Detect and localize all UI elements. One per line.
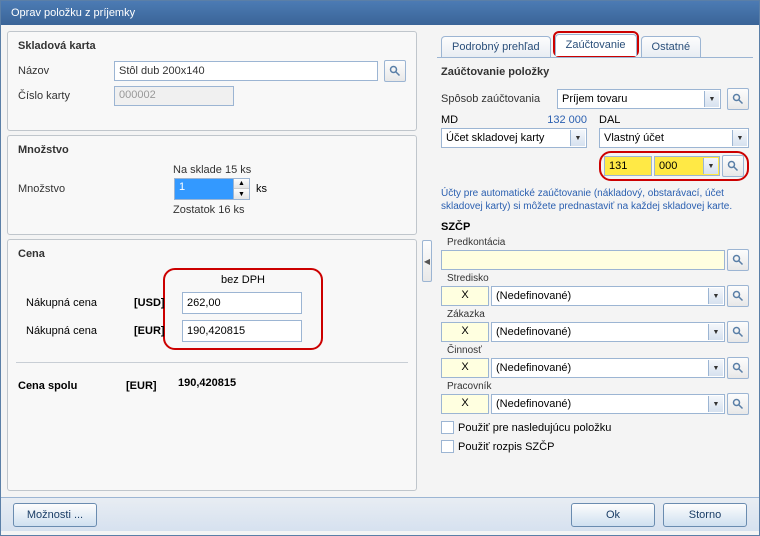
nakup-usd-label: Nákupná cena — [26, 297, 126, 309]
search-icon — [732, 362, 744, 374]
nazov-lookup-button[interactable] — [384, 60, 406, 82]
szcp-cinnost-x[interactable]: X — [441, 358, 489, 378]
spolu-label: Cena spolu — [18, 380, 118, 392]
nakup-eur-input[interactable] — [182, 320, 302, 342]
szcp-pracovnik-label: Pracovník — [447, 381, 749, 392]
moznosti-button[interactable]: Možnosti ... — [13, 503, 97, 527]
sposob-select[interactable]: Príjem tovaru ▼ — [557, 89, 721, 109]
ok-button[interactable]: Ok — [571, 503, 655, 527]
section-title-zauctovanie: Zaúčtovanie položky — [441, 66, 749, 78]
nakup-usd-input[interactable] — [182, 292, 302, 314]
nazov-input[interactable] — [114, 61, 378, 81]
sposob-label: Spôsob zaúčtovania — [441, 93, 551, 105]
chevron-down-icon: ▼ — [708, 288, 723, 304]
szcp-stredisko-select[interactable]: (Nedefinované)▼ — [491, 286, 725, 306]
search-icon — [732, 93, 744, 105]
group-title-mnoz: Množstvo — [18, 144, 406, 156]
szcp-stredisko-lookup[interactable] — [727, 285, 749, 307]
chevron-down-icon: ▼ — [703, 158, 718, 174]
szcp-pracovnik-x[interactable]: X — [441, 394, 489, 414]
nazov-label: Názov — [18, 65, 108, 77]
spolu-cur: [EUR] — [126, 380, 166, 392]
spolu-value: 190,420815 — [174, 375, 294, 397]
mnozstvo-input[interactable]: 1 — [174, 178, 234, 200]
search-icon — [389, 65, 401, 77]
szcp-pracovnik-lookup[interactable] — [727, 393, 749, 415]
nakup-eur-cur: [EUR] — [134, 325, 174, 337]
spin-up-button[interactable]: ▲ — [234, 179, 249, 189]
chevron-down-icon: ▼ — [708, 360, 723, 376]
szcp-predkontacia-label: Predkontácia — [447, 237, 749, 248]
md-select[interactable]: Účet skladovej karty ▼ — [441, 128, 587, 148]
nakup-usd-cur: [USD] — [134, 297, 174, 309]
mnozstvo-label: Množstvo — [18, 183, 168, 195]
titlebar: Oprav položku z príjemky — [1, 1, 759, 25]
checkbox-pouzit-nasled-label: Použiť pre nasledujúcu položku — [458, 422, 611, 434]
cislo-input[interactable]: 000002 — [114, 86, 234, 106]
szcp-zakazka-label: Zákazka — [447, 309, 749, 320]
search-icon — [732, 326, 744, 338]
chevron-down-icon: ▼ — [708, 396, 723, 412]
nakup-eur-label: Nákupná cena — [26, 325, 126, 337]
search-icon — [732, 254, 744, 266]
szcp-zakazka-select[interactable]: (Nedefinované)▼ — [491, 322, 725, 342]
md-label: MD — [441, 114, 458, 126]
mnozstvo-unit: ks — [256, 183, 267, 195]
szcp-predkontacia-input[interactable] — [441, 250, 725, 270]
szcp-cinnost-label: Činnosť — [447, 345, 749, 356]
md-number: 132 000 — [547, 114, 587, 126]
dal-label: DAL — [599, 114, 620, 126]
sposob-lookup-button[interactable] — [727, 88, 749, 110]
storno-button[interactable]: Storno — [663, 503, 747, 527]
chevron-down-icon: ▼ — [732, 130, 747, 146]
search-icon — [727, 160, 739, 172]
window-title: Oprav položku z príjemky — [11, 7, 135, 19]
chevron-down-icon: ▼ — [708, 324, 723, 340]
hint-text: Účty pre automatické zaúčtovanie (náklad… — [441, 187, 749, 213]
szcp-cinnost-select[interactable]: (Nedefinované)▼ — [491, 358, 725, 378]
cislo-label: Číslo karty — [18, 90, 108, 102]
szcp-stredisko-label: Stredisko — [447, 273, 749, 284]
tab-ostatne[interactable]: Ostatné — [641, 36, 702, 57]
search-icon — [732, 398, 744, 410]
divider — [16, 362, 408, 363]
szcp-pracovnik-select[interactable]: (Nedefinované)▼ — [491, 394, 725, 414]
chevron-down-icon: ▼ — [704, 91, 719, 107]
szcp-cinnost-lookup[interactable] — [727, 357, 749, 379]
szcp-zakazka-x[interactable]: X — [441, 322, 489, 342]
bez-dph-header: bez DPH — [171, 274, 315, 286]
dal-input-1[interactable] — [604, 156, 652, 176]
szcp-zakazka-lookup[interactable] — [727, 321, 749, 343]
zostatok-text: Zostatok 16 ks — [173, 204, 406, 216]
checkbox-pouzit-rozpis-label: Použiť rozpis SZČP — [458, 441, 554, 453]
checkbox-pouzit-nasled[interactable] — [441, 421, 454, 434]
dal-select[interactable]: Vlastný účet ▼ — [599, 128, 749, 148]
szcp-stredisko-x[interactable]: X — [441, 286, 489, 306]
splitter-handle[interactable]: ◀ — [422, 240, 432, 282]
szcp-predkontacia-lookup[interactable] — [727, 249, 749, 271]
chevron-down-icon: ▼ — [570, 130, 585, 146]
tabs: Podrobný prehľad Zaúčtovanie Ostatné — [437, 31, 753, 58]
group-mnozstvo: Množstvo Na sklade 15 ks Množstvo 1 ▲ ▼ … — [7, 135, 417, 235]
group-cena: Cena bez DPH Nákupná cena [USD] Nákupná … — [7, 239, 417, 491]
tab-zauctovanie[interactable]: Zaúčtovanie — [555, 34, 637, 56]
checkbox-pouzit-rozpis[interactable] — [441, 440, 454, 453]
dal-input-2-select[interactable]: 000 ▼ — [654, 156, 720, 176]
group-skladova-karta: Skladová karta Názov Číslo karty 000002 — [7, 31, 417, 131]
tab-podrobny-prehlad[interactable]: Podrobný prehľad — [441, 36, 551, 57]
szcp-title: SZČP — [441, 221, 749, 233]
dal-lookup-button[interactable] — [722, 155, 744, 177]
group-title-cena: Cena — [18, 248, 406, 260]
group-title-sklad: Skladová karta — [18, 40, 406, 52]
na-sklade-text: Na sklade 15 ks — [173, 164, 406, 176]
search-icon — [732, 290, 744, 302]
spin-down-button[interactable]: ▼ — [234, 189, 249, 199]
